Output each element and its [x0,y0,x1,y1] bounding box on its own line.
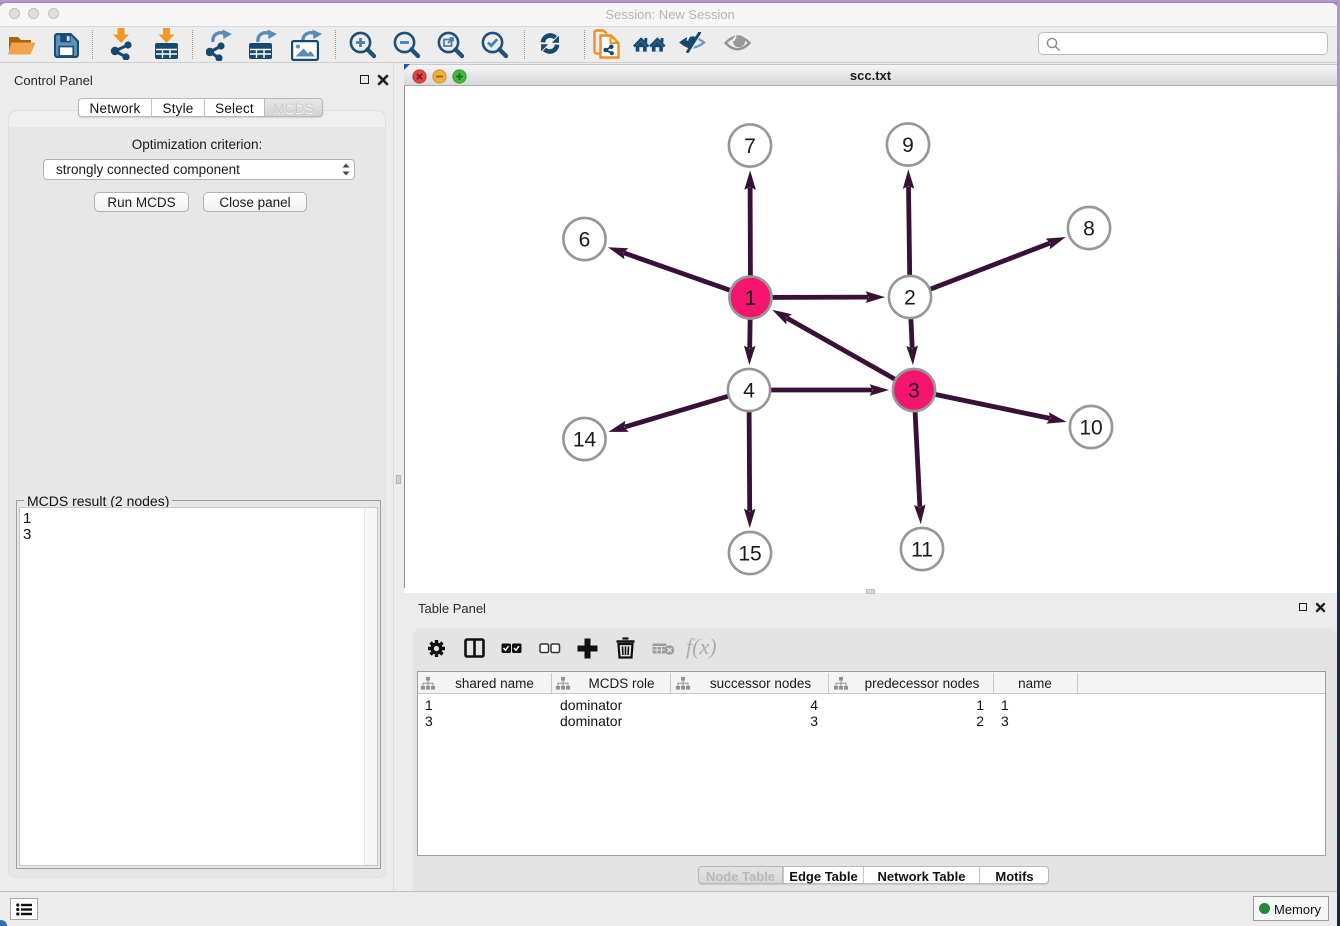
svg-text:1: 1 [745,287,757,310]
svg-text:3: 3 [908,380,920,403]
svg-text:15: 15 [738,543,761,566]
svg-text:7: 7 [744,135,756,158]
svg-text:2: 2 [904,287,916,310]
svg-text:9: 9 [902,134,914,157]
svg-text:4: 4 [743,380,755,403]
svg-text:8: 8 [1083,218,1095,241]
svg-text:6: 6 [579,229,591,252]
svg-text:11: 11 [911,539,933,562]
svg-text:14: 14 [573,429,597,452]
svg-text:10: 10 [1079,417,1102,440]
